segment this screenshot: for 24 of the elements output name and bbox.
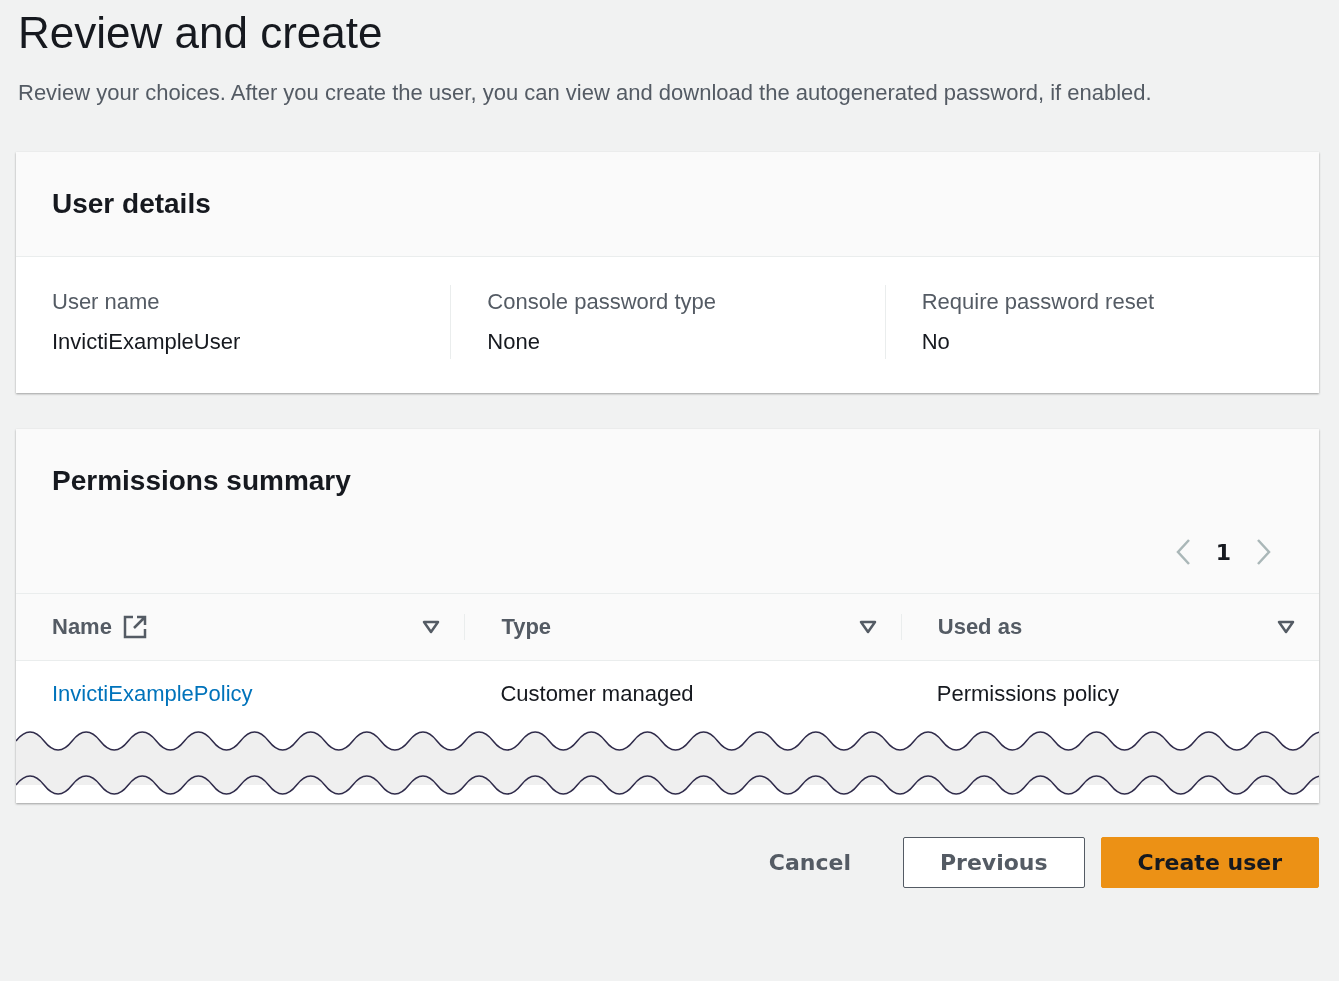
field-value: No [921, 329, 951, 355]
column-header: Name [52, 614, 112, 640]
external-link-icon [121, 614, 148, 640]
page-title: Review and create [18, 8, 384, 58]
field-value: InvictiExampleUser [52, 329, 242, 355]
card-title: User details [52, 188, 212, 220]
sort-caret-icon[interactable] [422, 620, 441, 634]
page-description: Review your choices. After you create the user, you can view and download the autogenerated password, if enabled. [18, 80, 1153, 106]
link-button[interactable]: Cancel [732, 838, 887, 887]
sort-caret-icon[interactable] [1277, 620, 1295, 634]
field-label: Require password reset [921, 289, 1155, 315]
field-label: User name [52, 289, 161, 315]
field-value: None [487, 329, 541, 355]
sort-caret-icon[interactable] [858, 620, 877, 634]
table-cell: Permissions policy [936, 681, 1119, 706]
card-title: Permissions summary [52, 465, 352, 497]
secondary-button[interactable]: Previous [902, 837, 1085, 888]
page-number[interactable]: 1 [1215, 539, 1231, 565]
primary-button[interactable]: Create user [1100, 837, 1319, 888]
policy-link[interactable]: InvictiExamplePolicy [52, 681, 253, 706]
table-cell: Customer managed [500, 681, 694, 706]
column-header: Used as [937, 614, 1023, 640]
field-label: Console password type [487, 289, 717, 315]
column-header: Type [501, 614, 552, 640]
